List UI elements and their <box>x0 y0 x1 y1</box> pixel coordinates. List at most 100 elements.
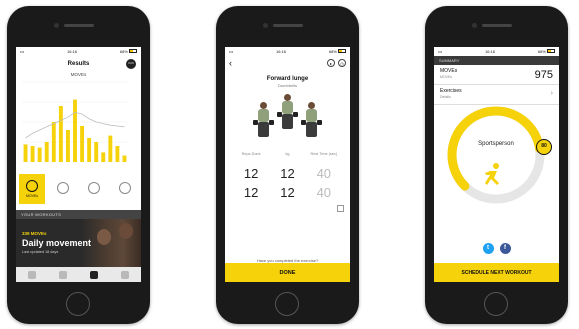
screen-summary: ••• 16:16 68% SUMMARY MOVEs MOVEs 975 Ex… <box>434 47 559 282</box>
workout-card[interactable]: 339 MOVEs Daily movement Last updated 18… <box>16 219 141 267</box>
status-battery: 68% <box>537 49 546 54</box>
share-buttons: t f <box>434 243 559 254</box>
chart-bar[interactable] <box>94 142 99 162</box>
person-image <box>119 223 133 239</box>
exercise-sub: Dumbbells <box>278 83 297 88</box>
reps-value[interactable]: 12 <box>244 185 258 200</box>
stage: ••• 16:16 68% Results ⋯ MOVEs MOVEs YOUR… <box>0 0 579 329</box>
speaker <box>482 24 512 27</box>
chart-bar[interactable] <box>51 122 56 162</box>
exercise-illustration <box>225 92 350 148</box>
chart-bar[interactable] <box>122 155 127 162</box>
status-battery: 68% <box>328 49 337 54</box>
tab-settings-icon[interactable] <box>58 271 67 279</box>
activity-tile[interactable] <box>112 174 138 204</box>
moves-tile-label: MOVEs <box>25 194 39 198</box>
rest-value[interactable]: 40 <box>317 166 331 181</box>
chevron-right-icon: › <box>550 90 553 97</box>
house-icon <box>57 182 69 194</box>
status-bar: ••• 16:16 68% <box>16 47 141 56</box>
home-button[interactable] <box>66 292 90 316</box>
chart-bar[interactable] <box>65 130 70 162</box>
signal-icon: ••• <box>438 49 443 54</box>
rest-value[interactable]: 40 <box>317 185 331 200</box>
facebook-icon[interactable]: f <box>499 243 511 254</box>
twitter-icon[interactable]: t <box>482 243 494 254</box>
menu-icon[interactable]: ⋯ <box>126 59 136 69</box>
gauge-ring <box>447 106 545 204</box>
status-time: 16:16 <box>485 49 496 54</box>
chart-bar[interactable] <box>87 138 92 162</box>
screen-results: ••• 16:16 68% Results ⋯ MOVEs MOVEs YOUR… <box>16 47 141 282</box>
tab-bar <box>16 267 141 282</box>
nav-bar: ‹ ▸ ◷ <box>225 56 350 70</box>
activity-icons: MOVEs <box>16 168 141 210</box>
done-button[interactable]: DONE <box>225 263 350 282</box>
video-icon[interactable]: ▸ <box>327 59 335 67</box>
battery-icon <box>128 49 137 53</box>
bed-tile[interactable] <box>81 174 107 204</box>
workout-moves: 339 MOVEs <box>22 231 47 236</box>
chart-bar[interactable] <box>30 146 35 162</box>
kg-column: kg 12 12 <box>273 152 301 200</box>
chart-bar[interactable] <box>73 99 77 162</box>
moves-chart: MOVEs <box>16 72 141 168</box>
camera <box>263 23 268 28</box>
chart-bar[interactable] <box>80 126 85 162</box>
kg-header: kg <box>285 152 290 156</box>
rest-header: Rest Time (sec) <box>310 152 338 156</box>
chart-bar[interactable] <box>37 147 42 162</box>
summary-header: SUMMARY <box>434 56 559 65</box>
chart-bar[interactable] <box>23 144 28 162</box>
chart-label: MOVEs <box>70 72 87 77</box>
moves-icon <box>26 180 38 192</box>
figure-step-1 <box>253 102 274 142</box>
chart-bar[interactable] <box>44 142 49 162</box>
signal-icon: ••• <box>20 49 25 54</box>
level-gauge: Sportsperson 80 <box>444 103 552 207</box>
moves-row-value: 975 <box>534 69 553 81</box>
gauge-value-badge: 80 <box>536 139 552 155</box>
sets-table: Reps Done 12 12 kg 12 12 Rest Time (sec)… <box>225 152 350 200</box>
reps-value[interactable]: 12 <box>244 166 258 181</box>
page-title: Results <box>67 61 90 67</box>
tab-results-icon[interactable] <box>90 271 99 279</box>
tab-more-icon[interactable] <box>121 271 130 279</box>
home-button[interactable] <box>275 292 299 316</box>
status-bar: ••• 16:16 68% <box>434 47 559 56</box>
screen-exercise: ••• 16:16 68% ‹ ▸ ◷ Forward lunge Dumbbe… <box>225 47 350 282</box>
status-bar: ••• 16:16 68% <box>225 47 350 56</box>
house-tile[interactable] <box>50 174 76 204</box>
timer-icon[interactable]: ◷ <box>338 59 346 67</box>
kg-value[interactable]: 12 <box>280 166 294 181</box>
chart-bar[interactable] <box>58 106 63 162</box>
activity-icon <box>119 182 131 194</box>
chart-bar[interactable] <box>101 152 106 162</box>
bar-chart-svg <box>22 81 128 162</box>
phone-results: ••• 16:16 68% Results ⋯ MOVEs MOVEs YOUR… <box>7 6 150 324</box>
status-time: 16:16 <box>276 49 287 54</box>
exercises-row-sub: Details <box>440 95 451 99</box>
phone-summary: ••• 16:16 68% SUMMARY MOVEs MOVEs 975 Ex… <box>425 6 568 324</box>
chart-bar[interactable] <box>115 146 120 162</box>
back-chevron-icon[interactable]: ‹ <box>229 58 232 68</box>
status-battery: 68% <box>119 49 128 54</box>
battery-icon <box>546 49 555 53</box>
speaker <box>64 24 94 27</box>
camera <box>472 23 477 28</box>
workout-title: Daily movement <box>22 238 92 248</box>
tab-home-icon[interactable] <box>27 271 36 279</box>
schedule-next-workout-button[interactable]: SCHEDULE NEXT WORKOUT <box>434 263 559 282</box>
camera <box>54 23 59 28</box>
kg-value[interactable]: 12 <box>280 185 294 200</box>
exercises-row[interactable]: Exercises Details › <box>434 85 559 105</box>
edit-icon[interactable] <box>337 205 344 212</box>
rest-column: Rest Time (sec) 40 40 <box>310 152 338 200</box>
home-button[interactable] <box>484 292 508 316</box>
phone-exercise: ••• 16:16 68% ‹ ▸ ◷ Forward lunge Dumbbe… <box>216 6 359 324</box>
chart-bar[interactable] <box>108 135 113 162</box>
moves-tile[interactable]: MOVEs <box>19 174 45 204</box>
speaker <box>273 24 303 27</box>
person-image <box>97 229 111 245</box>
bed-icon <box>88 182 100 194</box>
